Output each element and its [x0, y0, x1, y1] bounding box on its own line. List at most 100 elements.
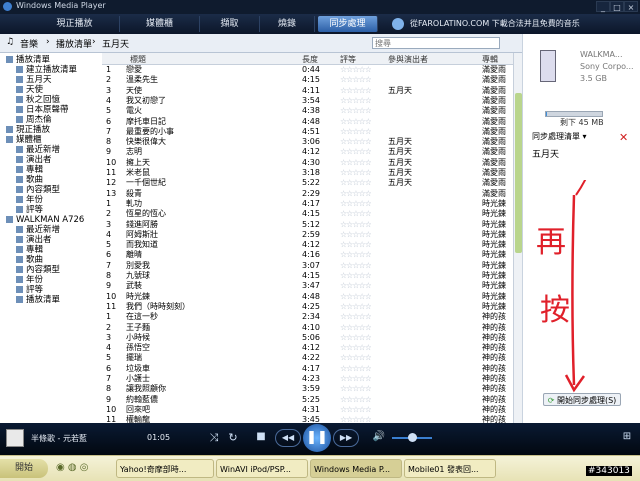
- nav-item[interactable]: 演出者: [16, 235, 52, 245]
- stop-icon[interactable]: ■: [255, 431, 267, 445]
- table-row[interactable]: 10 回來吧 4:31 神的孩 ☆☆☆☆☆: [102, 405, 514, 415]
- rating-stars-icon[interactable]: ☆☆☆☆☆: [340, 415, 371, 423]
- rating-stars-icon[interactable]: ☆☆☆☆☆: [340, 343, 371, 353]
- table-row[interactable]: 2 王子麵 4:10 神的孩 ☆☆☆☆☆: [102, 323, 514, 333]
- rating-stars-icon[interactable]: ☆☆☆☆☆: [340, 65, 371, 75]
- minimize-button[interactable]: _: [596, 1, 610, 12]
- nav-item[interactable]: 專輯: [16, 165, 43, 175]
- table-row[interactable]: 5 而我知道 4:12 時光鍊 ☆☆☆☆☆: [102, 240, 514, 250]
- repeat-icon[interactable]: ↻: [226, 431, 240, 445]
- rating-stars-icon[interactable]: ☆☆☆☆☆: [340, 240, 371, 250]
- rating-stars-icon[interactable]: ☆☆☆☆☆: [340, 209, 371, 219]
- table-row[interactable]: 8 快樂很偉大 3:06 五月天 滿愛雨 ☆☆☆☆☆: [102, 137, 514, 147]
- rating-stars-icon[interactable]: ☆☆☆☆☆: [340, 261, 371, 271]
- volume-thumb[interactable]: [408, 433, 417, 442]
- rating-stars-icon[interactable]: ☆☆☆☆☆: [340, 302, 371, 312]
- nav-item[interactable]: 內容類型: [16, 185, 60, 195]
- clear-list-icon[interactable]: ✕: [619, 131, 628, 144]
- rating-stars-icon[interactable]: ☆☆☆☆☆: [340, 199, 371, 209]
- switch-to-skin-icon[interactable]: ⊞: [620, 431, 634, 445]
- rating-stars-icon[interactable]: ☆☆☆☆☆: [340, 86, 371, 96]
- table-row[interactable]: 11 權輸龍 3:45 神的孩 ☆☆☆☆☆: [102, 415, 514, 423]
- rating-stars-icon[interactable]: ☆☆☆☆☆: [340, 271, 371, 281]
- table-row[interactable]: 11 我們（時時刻刻） 4:25 時光鍊 ☆☆☆☆☆: [102, 302, 514, 312]
- nav-item[interactable]: 歌曲: [16, 255, 43, 265]
- next-icon[interactable]: ▶▶: [333, 429, 359, 447]
- table-row[interactable]: 5 擺瑞 4:22 神的孩 ☆☆☆☆☆: [102, 353, 514, 363]
- table-row[interactable]: 11 米老鼠 3:18 五月天 滿愛雨 ☆☆☆☆☆: [102, 168, 514, 178]
- rating-stars-icon[interactable]: ☆☆☆☆☆: [340, 189, 371, 199]
- breadcrumb-playlist-name[interactable]: 五月天: [102, 37, 129, 50]
- nav-item[interactable]: 最近新增: [16, 225, 60, 235]
- rating-stars-icon[interactable]: ☆☆☆☆☆: [340, 395, 371, 405]
- table-row[interactable]: 8 讓我照顧你 3:59 神的孩 ☆☆☆☆☆: [102, 384, 514, 394]
- rating-stars-icon[interactable]: ☆☆☆☆☆: [340, 364, 371, 374]
- search-input[interactable]: [372, 37, 500, 49]
- nav-item[interactable]: WALKMAN A726: [6, 215, 84, 225]
- table-row[interactable]: 1 戀愛 0:44 滿愛雨 ☆☆☆☆☆: [102, 65, 514, 75]
- breadcrumb-playlists[interactable]: 播放清單: [56, 37, 92, 50]
- pause-icon[interactable]: ❚❚: [303, 424, 331, 452]
- sync-list-dropdown[interactable]: 同步處理清單 ▾: [532, 131, 587, 142]
- header-title[interactable]: 標題: [130, 54, 146, 65]
- nav-item[interactable]: 年份: [16, 195, 43, 205]
- table-row[interactable]: 1 軋功 4:17 時光鍊 ☆☆☆☆☆: [102, 199, 514, 209]
- tab-rip[interactable]: 擷取: [200, 16, 260, 32]
- tab-burn[interactable]: 燒錄: [260, 16, 315, 32]
- table-row[interactable]: 9 約翰藍儂 5:25 神的孩 ☆☆☆☆☆: [102, 395, 514, 405]
- table-row[interactable]: 6 摩托車日記 4:48 滿愛雨 ☆☆☆☆☆: [102, 117, 514, 127]
- table-row[interactable]: 2 溫柔先生 4:15 滿愛雨 ☆☆☆☆☆: [102, 75, 514, 85]
- nav-item[interactable]: 建立播放清單: [16, 65, 77, 75]
- nav-item[interactable]: 最近新增: [16, 145, 60, 155]
- table-row[interactable]: 10 時光鍊 4:48 時光鍊 ☆☆☆☆☆: [102, 292, 514, 302]
- rating-stars-icon[interactable]: ☆☆☆☆☆: [340, 168, 371, 178]
- table-row[interactable]: 5 電火 4:38 滿愛雨 ☆☆☆☆☆: [102, 106, 514, 116]
- table-row[interactable]: 8 九號球 4:15 時光鍊 ☆☆☆☆☆: [102, 271, 514, 281]
- table-row[interactable]: 7 最重要的小事 4:51 滿愛雨 ☆☆☆☆☆: [102, 127, 514, 137]
- rating-stars-icon[interactable]: ☆☆☆☆☆: [340, 292, 371, 302]
- quick-launch-icons[interactable]: ◉ ◍ ◎: [56, 462, 89, 473]
- rating-stars-icon[interactable]: ☆☆☆☆☆: [340, 312, 371, 322]
- rating-stars-icon[interactable]: ☆☆☆☆☆: [340, 106, 371, 116]
- rating-stars-icon[interactable]: ☆☆☆☆☆: [340, 96, 371, 106]
- table-row[interactable]: 3 錢進阿勝 5:12 時光鍊 ☆☆☆☆☆: [102, 220, 514, 230]
- table-row[interactable]: 7 小護士 4:23 神的孩 ☆☆☆☆☆: [102, 374, 514, 384]
- rating-stars-icon[interactable]: ☆☆☆☆☆: [340, 117, 371, 127]
- table-row[interactable]: 1 在這一秒 2:34 神的孩 ☆☆☆☆☆: [102, 312, 514, 322]
- nav-item[interactable]: 演出者: [16, 155, 52, 165]
- table-row[interactable]: 12 一千個世紀 5:22 五月天 滿愛雨 ☆☆☆☆☆: [102, 178, 514, 188]
- table-row[interactable]: 4 孫悟空 4:12 神的孩 ☆☆☆☆☆: [102, 343, 514, 353]
- table-row[interactable]: 9 志明 4:12 五月天 滿愛雨 ☆☆☆☆☆: [102, 147, 514, 157]
- tab-now-playing[interactable]: 現正播放: [30, 16, 120, 32]
- header-contributing-artist[interactable]: 參與演出者: [388, 54, 428, 65]
- nav-item[interactable]: 評等: [16, 205, 43, 215]
- nav-item[interactable]: 秋之回憶: [16, 95, 60, 105]
- rating-stars-icon[interactable]: ☆☆☆☆☆: [340, 147, 371, 157]
- nav-item[interactable]: 周杰倫: [16, 115, 52, 125]
- rating-stars-icon[interactable]: ☆☆☆☆☆: [340, 405, 371, 415]
- rating-stars-icon[interactable]: ☆☆☆☆☆: [340, 384, 371, 394]
- rating-stars-icon[interactable]: ☆☆☆☆☆: [340, 127, 371, 137]
- nav-item[interactable]: 媒體櫃: [6, 135, 42, 145]
- tab-library[interactable]: 媒體櫃: [120, 16, 200, 32]
- rating-stars-icon[interactable]: ☆☆☆☆☆: [340, 137, 371, 147]
- rating-stars-icon[interactable]: ☆☆☆☆☆: [340, 75, 371, 85]
- online-store-promo[interactable]: 從FAROLATINO.COM 下載合法并且免費的音乐: [392, 14, 580, 34]
- table-row[interactable]: 3 小時候 5:06 神的孩 ☆☆☆☆☆: [102, 333, 514, 343]
- rating-stars-icon[interactable]: ☆☆☆☆☆: [340, 323, 371, 333]
- rating-stars-icon[interactable]: ☆☆☆☆☆: [340, 250, 371, 260]
- previous-icon[interactable]: ◀◀: [275, 429, 301, 447]
- nav-item[interactable]: 天使: [16, 85, 43, 95]
- rating-stars-icon[interactable]: ☆☆☆☆☆: [340, 158, 371, 168]
- nav-item[interactable]: 現正播放: [6, 125, 50, 135]
- rating-stars-icon[interactable]: ☆☆☆☆☆: [340, 178, 371, 188]
- rating-stars-icon[interactable]: ☆☆☆☆☆: [340, 353, 371, 363]
- nav-item[interactable]: 年份: [16, 275, 43, 285]
- rating-stars-icon[interactable]: ☆☆☆☆☆: [340, 281, 371, 291]
- rating-stars-icon[interactable]: ☆☆☆☆☆: [340, 374, 371, 384]
- rating-stars-icon[interactable]: ☆☆☆☆☆: [340, 333, 371, 343]
- shuffle-icon[interactable]: ⤨: [207, 431, 221, 445]
- table-row[interactable]: 13 殺青 2:29 滿愛雨 ☆☆☆☆☆: [102, 189, 514, 199]
- taskbar-item-yahoo[interactable]: Yahoo!奇摩部時...: [116, 459, 214, 478]
- nav-item[interactable]: 播放清單: [16, 295, 60, 305]
